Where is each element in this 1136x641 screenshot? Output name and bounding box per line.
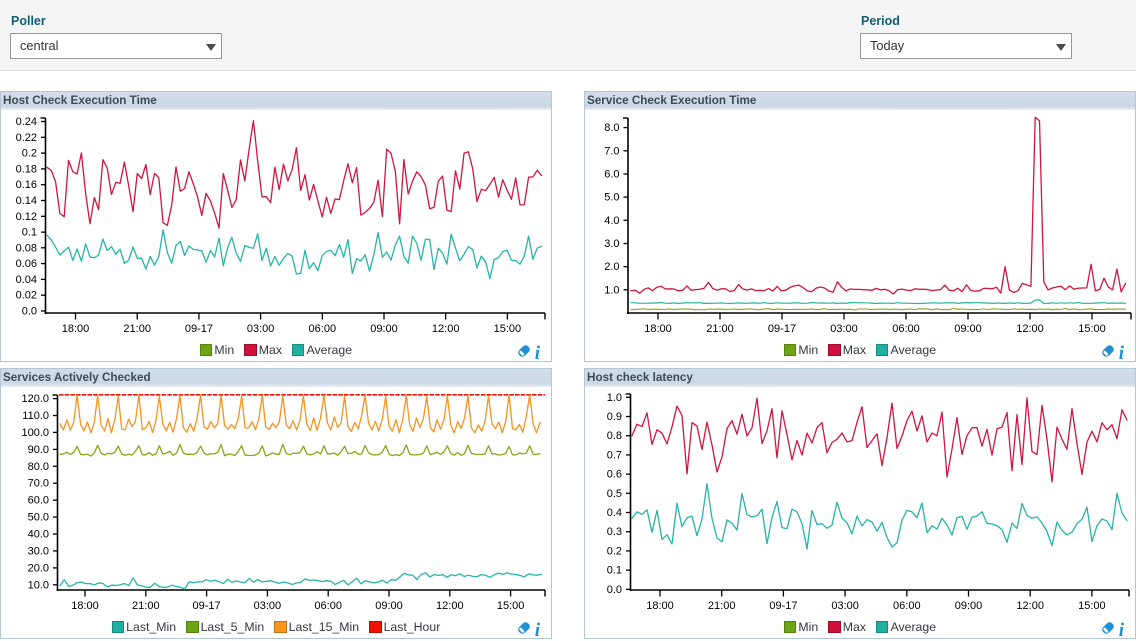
svg-text:5.0: 5.0 (604, 192, 619, 204)
svg-text:18:00: 18:00 (646, 600, 674, 612)
svg-text:12:00: 12:00 (432, 323, 460, 335)
svg-text:0.0: 0.0 (607, 584, 622, 596)
svg-text:0.1: 0.1 (607, 565, 622, 577)
svg-text:0.9: 0.9 (607, 411, 622, 423)
svg-text:09:00: 09:00 (955, 600, 983, 612)
svg-text:15:00: 15:00 (494, 323, 522, 335)
svg-text:0.22: 0.22 (16, 132, 37, 144)
svg-text:18:00: 18:00 (62, 323, 90, 335)
svg-text:0.7: 0.7 (607, 449, 622, 461)
svg-text:0.2: 0.2 (22, 148, 37, 160)
svg-text:90.0: 90.0 (28, 444, 49, 456)
svg-text:0.14: 0.14 (16, 195, 37, 207)
svg-text:0.18: 0.18 (16, 163, 37, 175)
svg-text:09:00: 09:00 (370, 323, 398, 335)
svg-text:21:00: 21:00 (123, 323, 151, 335)
svg-text:10.0: 10.0 (28, 579, 49, 591)
svg-text:20.0: 20.0 (28, 562, 49, 574)
svg-text:0.08: 0.08 (16, 242, 37, 254)
svg-text:0.16: 0.16 (16, 179, 37, 191)
svg-text:18:00: 18:00 (644, 323, 672, 335)
svg-text:70.0: 70.0 (28, 478, 49, 490)
svg-text:30.0: 30.0 (28, 545, 49, 557)
svg-text:110.0: 110.0 (22, 410, 49, 422)
svg-text:4.0: 4.0 (604, 215, 619, 227)
svg-text:09-17: 09-17 (193, 600, 221, 612)
svg-text:2.0: 2.0 (604, 261, 619, 273)
svg-text:15:00: 15:00 (1078, 600, 1106, 612)
svg-text:06:00: 06:00 (893, 600, 921, 612)
svg-text:03:00: 03:00 (247, 323, 275, 335)
svg-text:7.0: 7.0 (604, 145, 619, 157)
svg-text:8.0: 8.0 (604, 122, 619, 134)
svg-text:80.0: 80.0 (28, 461, 49, 473)
svg-text:09:00: 09:00 (375, 600, 403, 612)
svg-text:0.0: 0.0 (22, 306, 37, 318)
svg-text:0.4: 0.4 (607, 507, 622, 519)
svg-text:03:00: 03:00 (254, 600, 282, 612)
svg-text:0.04: 0.04 (16, 274, 37, 286)
svg-text:18:00: 18:00 (71, 600, 99, 612)
svg-text:03:00: 03:00 (830, 323, 858, 335)
svg-text:50.0: 50.0 (28, 512, 49, 524)
svg-text:0.12: 0.12 (16, 211, 37, 223)
svg-text:0.02: 0.02 (16, 290, 37, 302)
svg-text:15:00: 15:00 (1078, 323, 1106, 335)
svg-text:21:00: 21:00 (706, 323, 734, 335)
svg-text:60.0: 60.0 (28, 495, 49, 507)
svg-text:12:00: 12:00 (1016, 323, 1044, 335)
svg-text:100.0: 100.0 (21, 427, 49, 439)
svg-text:0.06: 0.06 (16, 258, 37, 270)
svg-text:0.5: 0.5 (607, 488, 622, 500)
svg-text:1.0: 1.0 (604, 284, 619, 296)
svg-text:21:00: 21:00 (132, 600, 160, 612)
svg-text:120.0: 120.0 (21, 393, 49, 405)
svg-text:6.0: 6.0 (604, 169, 619, 181)
svg-text:0.6: 0.6 (607, 469, 622, 481)
svg-text:12:00: 12:00 (1016, 600, 1044, 612)
svg-text:06:00: 06:00 (314, 600, 342, 612)
svg-text:09:00: 09:00 (954, 323, 982, 335)
svg-text:09-17: 09-17 (769, 600, 797, 612)
svg-text:40.0: 40.0 (28, 529, 49, 541)
svg-text:21:00: 21:00 (708, 600, 736, 612)
svg-text:0.3: 0.3 (607, 526, 622, 538)
svg-text:09-17: 09-17 (185, 323, 213, 335)
svg-text:0.2: 0.2 (607, 545, 622, 557)
svg-text:0.1: 0.1 (22, 227, 37, 239)
svg-text:3.0: 3.0 (604, 238, 619, 250)
svg-text:03:00: 03:00 (831, 600, 859, 612)
svg-text:15:00: 15:00 (497, 600, 525, 612)
svg-text:1.0: 1.0 (607, 392, 622, 404)
svg-text:06:00: 06:00 (892, 323, 920, 335)
svg-text:06:00: 06:00 (309, 323, 337, 335)
svg-text:0.8: 0.8 (607, 430, 622, 442)
svg-text:0.24: 0.24 (16, 116, 37, 128)
svg-text:09-17: 09-17 (768, 323, 796, 335)
svg-text:12:00: 12:00 (436, 600, 464, 612)
